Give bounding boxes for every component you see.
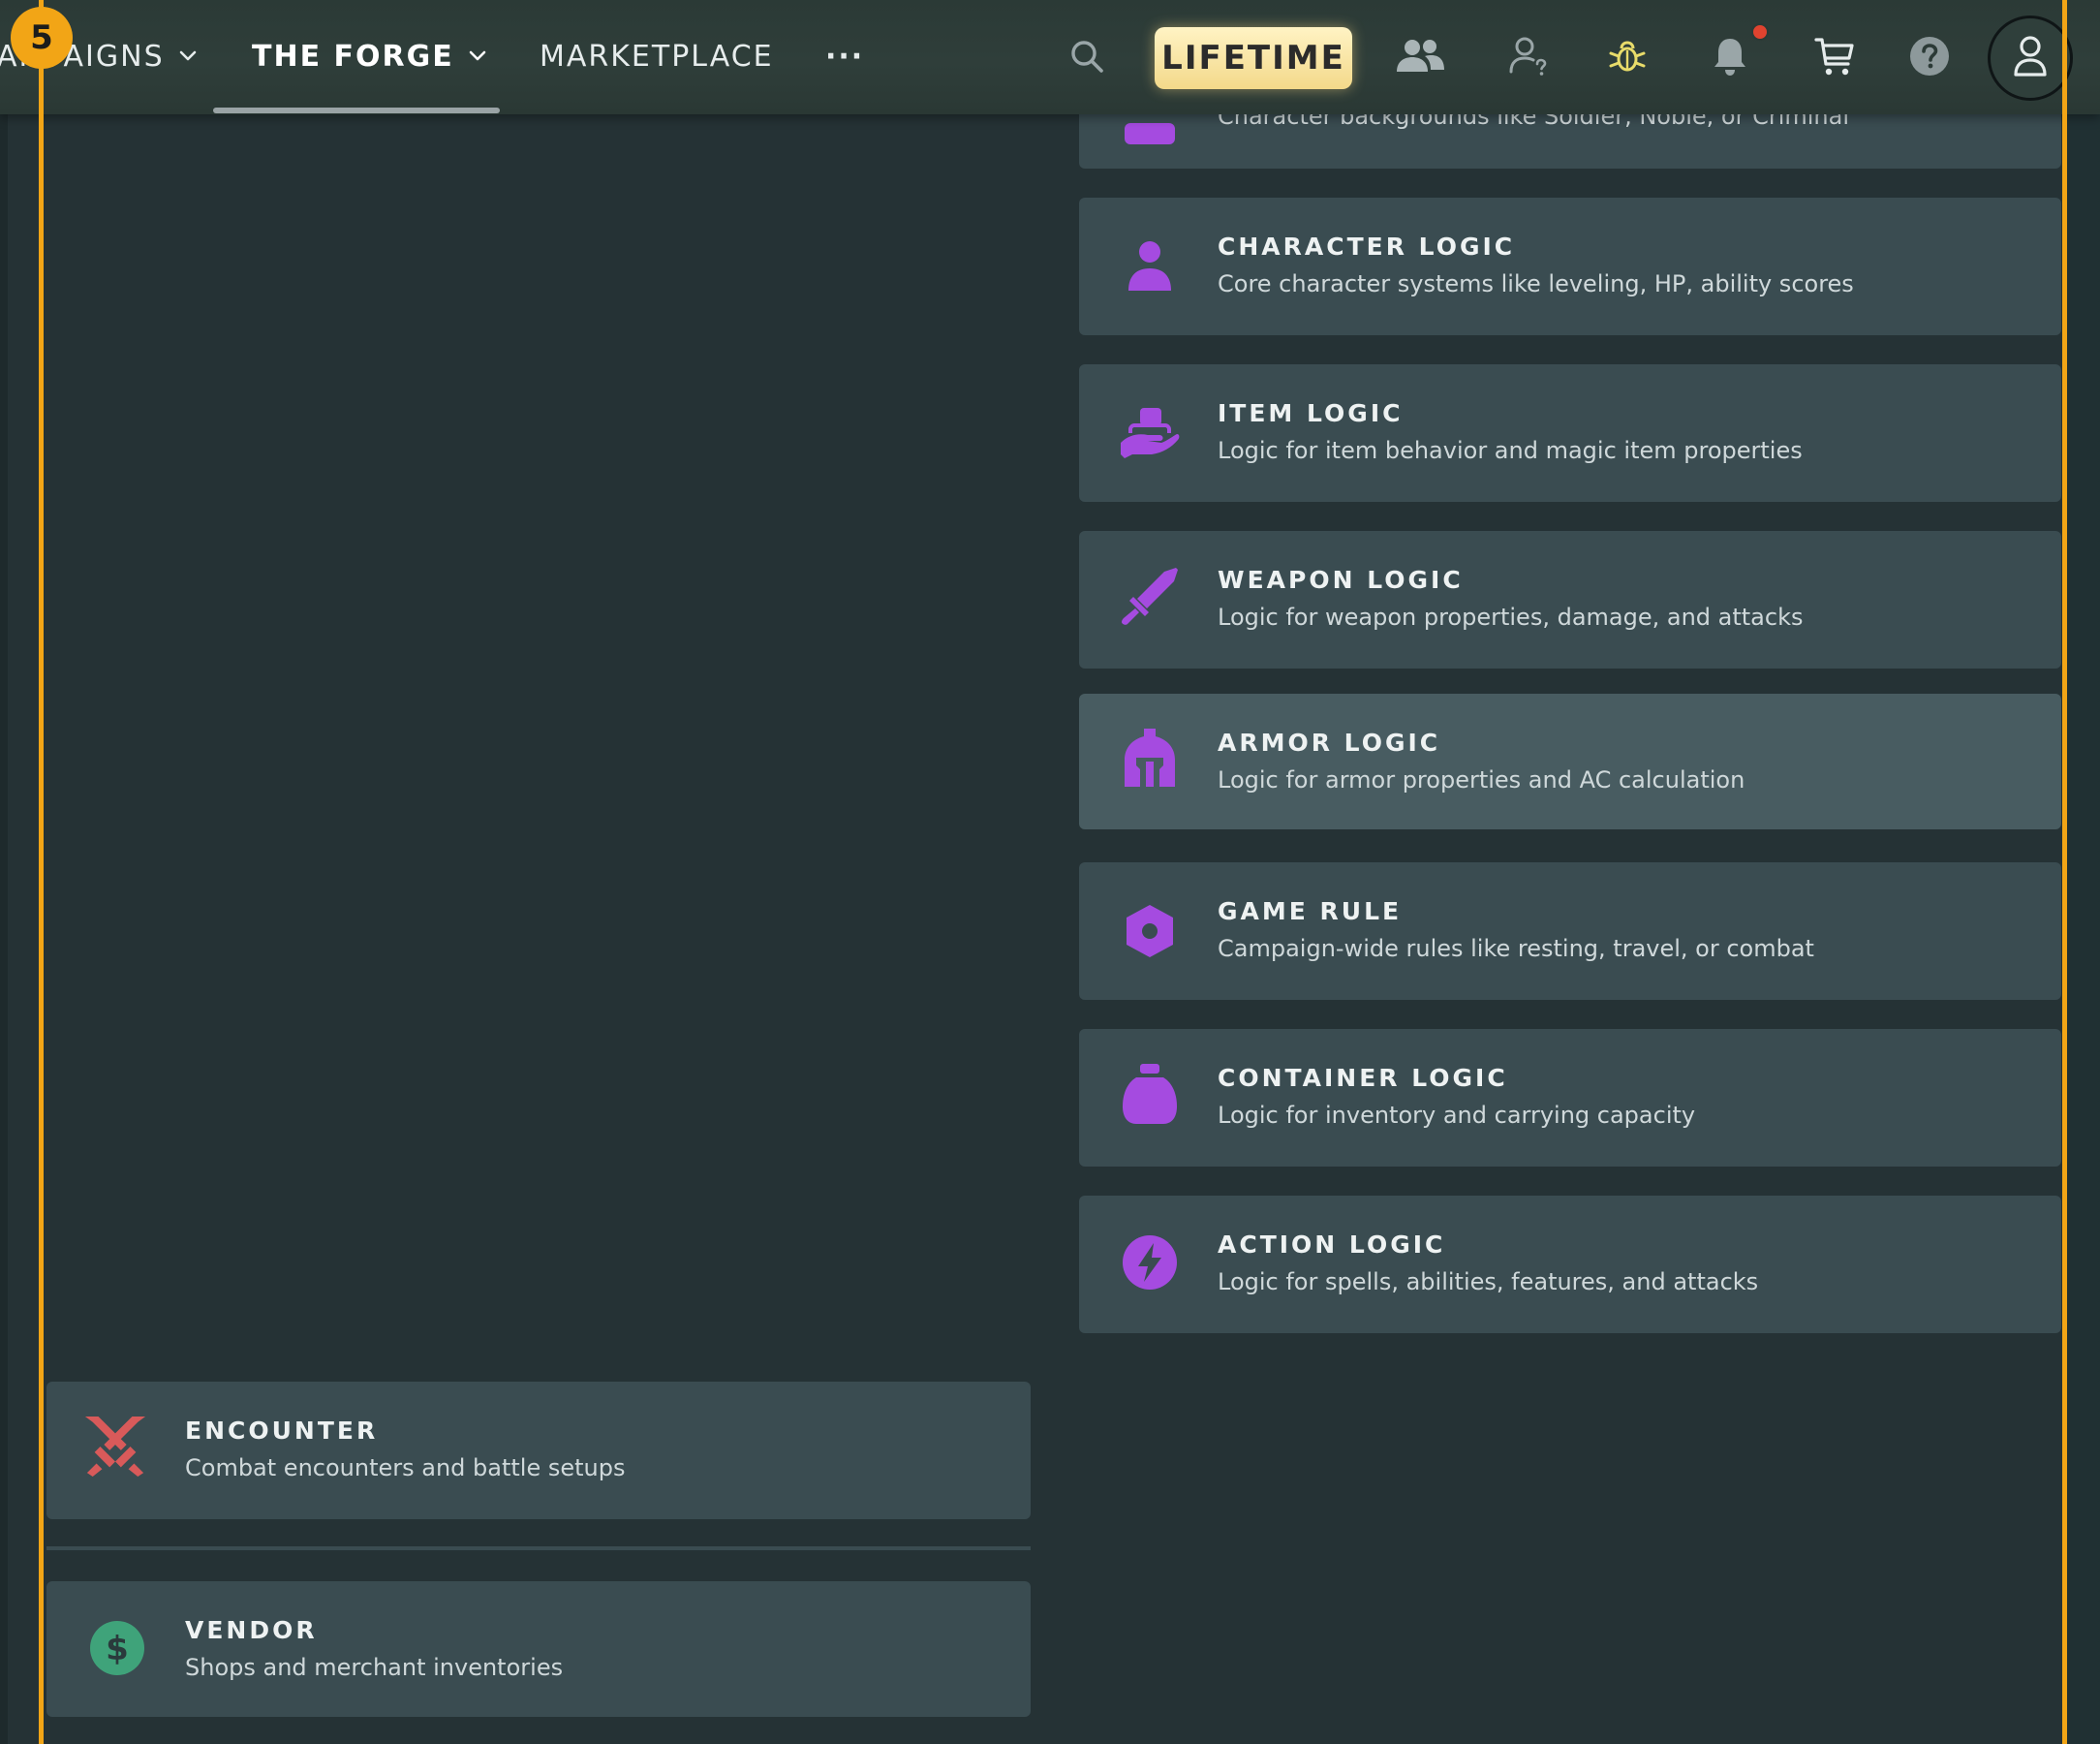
nav-the-forge[interactable]: THE FORGE xyxy=(252,35,487,78)
card-weapon-logic-title: WEAPON LOGIC xyxy=(1218,566,1464,594)
card-container-logic-title: CONTAINER LOGIC xyxy=(1218,1064,1508,1092)
more-dots-icon: ··· xyxy=(825,39,865,74)
card-container-logic-description: Logic for inventory and carrying capacit… xyxy=(1218,1102,1696,1129)
card-container-logic[interactable]: CONTAINER LOGIC Logic for inventory and … xyxy=(1079,1029,2061,1167)
dollar-coin-icon: $ xyxy=(85,1616,149,1680)
nav-more-button[interactable]: ··· xyxy=(825,35,864,78)
card-game-rule[interactable]: GAME RULE Campaign-wide rules like resti… xyxy=(1079,862,2061,1000)
nav-marketplace-label: MARKETPLACE xyxy=(540,39,774,74)
card-character-logic-title: CHARACTER LOGIC xyxy=(1218,233,1516,261)
card-vendor-title: VENDOR xyxy=(185,1616,318,1644)
bug-icon[interactable] xyxy=(1598,27,1656,85)
svg-text:$: $ xyxy=(106,1630,129,1668)
page: CAMPAIGNS THE FORGE MARKETPLACE ··· LIFE… xyxy=(0,0,2100,1744)
right-scroll-edge xyxy=(2067,114,2100,1744)
card-encounter-title: ENCOUNTER xyxy=(185,1417,379,1445)
lightning-bolt-icon xyxy=(1118,1230,1182,1294)
helmet-icon xyxy=(1118,727,1182,791)
hexagon-nut-icon xyxy=(1118,899,1182,963)
card-item-logic-description: Logic for item behavior and magic item p… xyxy=(1218,437,1803,464)
top-navigation-bar: CAMPAIGNS THE FORGE MARKETPLACE ··· LIFE… xyxy=(0,0,2100,114)
highlight-frame-left xyxy=(39,0,44,1744)
person-icon xyxy=(1118,234,1182,298)
crossed-swords-icon xyxy=(83,1415,147,1479)
notification-badge xyxy=(1751,23,1769,41)
cart-icon[interactable] xyxy=(1806,27,1864,85)
lifetime-button[interactable]: LIFETIME xyxy=(1155,27,1352,89)
sword-icon xyxy=(1118,564,1182,628)
card-action-logic-title: ACTION LOGIC xyxy=(1218,1230,1446,1259)
chevron-down-icon xyxy=(178,49,198,63)
user-icon xyxy=(2011,34,2050,82)
card-vendor-description: Shops and merchant inventories xyxy=(185,1654,564,1681)
people-icon[interactable] xyxy=(1391,27,1449,85)
card-vendor[interactable]: $ VENDOR Shops and merchant inventories xyxy=(46,1581,1031,1717)
card-item-logic-title: ITEM LOGIC xyxy=(1218,399,1404,427)
account-avatar-button[interactable] xyxy=(1988,16,2073,101)
step-number-badge: 5 xyxy=(11,7,73,69)
bell-icon[interactable] xyxy=(1701,27,1759,85)
search-icon[interactable] xyxy=(1058,27,1116,85)
sack-icon xyxy=(1118,1062,1182,1126)
help-icon[interactable] xyxy=(1900,27,1959,85)
card-encounter[interactable]: ENCOUNTER Combat encounters and battle s… xyxy=(46,1382,1031,1519)
section-divider xyxy=(46,1546,1031,1550)
card-armor-logic-title: ARMOR LOGIC xyxy=(1218,729,1441,757)
card-armor-logic[interactable]: ARMOR LOGIC Logic for armor properties a… xyxy=(1079,694,2061,829)
hand-holding-item-icon xyxy=(1118,401,1182,465)
card-action-logic[interactable]: ACTION LOGIC Logic for spells, abilities… xyxy=(1079,1196,2061,1333)
card-item-logic[interactable]: ITEM LOGIC Logic for item behavior and m… xyxy=(1079,364,2061,502)
user-question-icon[interactable] xyxy=(1499,27,1558,85)
card-game-rule-title: GAME RULE xyxy=(1218,897,1403,925)
chevron-down-icon xyxy=(468,49,487,63)
nav-marketplace[interactable]: MARKETPLACE xyxy=(540,35,774,78)
card-weapon-logic-description: Logic for weapon properties, damage, and… xyxy=(1218,604,1804,631)
card-character-logic-description: Core character systems like leveling, HP… xyxy=(1218,270,1854,297)
left-scroll-edge xyxy=(0,114,8,1744)
card-game-rule-description: Campaign-wide rules like resting, travel… xyxy=(1218,935,1814,962)
card-weapon-logic[interactable]: WEAPON LOGIC Logic for weapon properties… xyxy=(1079,531,2061,669)
highlight-frame-right xyxy=(2062,0,2067,1744)
card-action-logic-description: Logic for spells, abilities, features, a… xyxy=(1218,1268,1759,1295)
card-armor-logic-description: Logic for armor properties and AC calcul… xyxy=(1218,766,1745,794)
nav-the-forge-label: THE FORGE xyxy=(252,39,454,74)
active-tab-indicator xyxy=(213,108,500,113)
card-encounter-description: Combat encounters and battle setups xyxy=(185,1454,626,1481)
card-character-logic[interactable]: CHARACTER LOGIC Core character systems l… xyxy=(1079,198,2061,335)
